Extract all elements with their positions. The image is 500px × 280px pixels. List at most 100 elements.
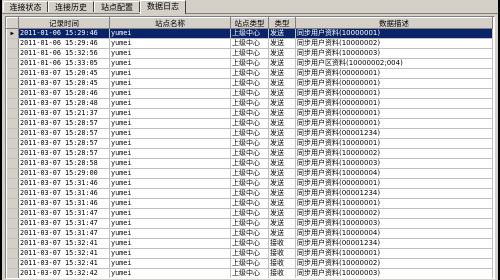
table-row[interactable]: 2011-03-07 15:32:41 yumei 上级中心 接收 同步用户资料(000… [6, 238, 493, 249]
row-indicator[interactable] [6, 58, 19, 69]
cell-site-name: yumei [109, 98, 231, 109]
table-row[interactable]: 2011-03-07 15:31:47 yumei 上级中心 发送 同步用户资料(100… [6, 208, 493, 219]
cell-site-name: yumei [109, 88, 231, 99]
table-row[interactable]: 2011-03-07 15:32:41 yumei 上级中心 接收 同步用户资料(100… [6, 248, 493, 259]
table-row[interactable]: 2011-03-07 15:31:47 yumei 上级中心 发送 同步用户资料(100… [6, 218, 493, 229]
table-row[interactable]: 2011-03-07 15:32:42 yumei 上级中心 接收 同步用户资料(100… [6, 268, 493, 278]
cell-site-type: 上级中心 [230, 58, 269, 69]
row-indicator[interactable] [6, 108, 19, 119]
row-indicator[interactable] [6, 258, 19, 269]
table-row[interactable]: 2011-01-06 15:33:05 yumei 上级中心 发送 同步用户区资料(10… [6, 58, 493, 69]
table-row[interactable]: 2011-03-07 15:28:57 yumei 上级中心 发送 同步用户资料(000… [6, 128, 493, 139]
tab-connection-status[interactable]: 连接状态 [3, 1, 48, 12]
cell-site-type: 上级中心 [230, 98, 269, 109]
column-header-type[interactable]: 类型 [268, 17, 296, 29]
cell-site-type: 上级中心 [230, 258, 269, 269]
cell-type: 发送 [268, 138, 296, 149]
cell-site-type: 上级中心 [230, 88, 269, 99]
cell-time: 2011-03-07 15:28:58 [18, 158, 110, 169]
cell-time: 2011-03-07 15:32:41 [18, 248, 110, 259]
cell-description: 同步用户资料(10000003) [295, 268, 493, 278]
cell-site-name: yumei [109, 158, 231, 169]
row-indicator[interactable] [6, 208, 19, 219]
cell-site-name: yumei [109, 168, 231, 179]
cell-site-type: 上级中心 [230, 178, 269, 189]
row-indicator[interactable] [6, 168, 19, 179]
table-row[interactable]: 2011-03-07 15:28:57 yumei 上级中心 发送 同步用户资料(000… [6, 118, 493, 129]
cell-description: 同步用户资料(00000001) [295, 178, 493, 189]
row-indicator[interactable] [6, 248, 19, 259]
table-row[interactable]: 2011-03-07 15:21:37 yumei 上级中心 发送 同步用户资料(000… [6, 108, 493, 119]
row-indicator[interactable] [6, 238, 19, 249]
tab-data-log[interactable]: 数据日志 [140, 0, 186, 14]
row-indicator[interactable] [6, 228, 19, 239]
table-row[interactable]: 2011-03-07 15:28:57 yumei 上级中心 发送 同步用户资料(100… [6, 138, 493, 149]
column-header-time[interactable]: 记录时间 [18, 17, 110, 29]
row-indicator[interactable] [6, 98, 19, 109]
row-indicator[interactable] [6, 198, 19, 209]
table-row[interactable]: 2011-03-07 15:28:57 yumei 上级中心 发送 同步用户资料(100… [6, 148, 493, 159]
row-indicator[interactable] [6, 148, 19, 159]
table-row[interactable]: 2011-03-07 15:31:46 yumei 上级中心 发送 同步用户资料(000… [6, 178, 493, 189]
table-row[interactable]: 2011-03-07 15:31:46 yumei 上级中心 发送 同步用户资料(000… [6, 188, 493, 199]
cell-type: 发送 [268, 68, 296, 79]
column-header-site-name[interactable]: 站点名称 [109, 17, 231, 29]
tab-connection-history[interactable]: 连接历史 [48, 1, 94, 12]
table-row[interactable]: 2011-03-07 15:28:58 yumei 上级中心 发送 同步用户资料(100… [6, 158, 493, 169]
table-row[interactable]: 2011-01-06 15:29:46 yumei 上级中心 发送 同步用户资料(100… [6, 38, 493, 49]
cell-description: 同步用户资料(10000004) [295, 228, 493, 239]
cell-site-type: 上级中心 [230, 268, 269, 278]
row-indicator[interactable] [6, 128, 19, 139]
cell-type: 发送 [268, 168, 296, 179]
table-row[interactable]: 2011-03-07 15:29:00 yumei 上级中心 发送 同步用户资料(100… [6, 168, 493, 179]
cell-description: 同步用户资料(10000001) [295, 198, 493, 209]
row-indicator[interactable] [6, 218, 19, 229]
cell-time: 2011-03-07 15:20:45 [18, 68, 110, 79]
row-indicator[interactable] [6, 188, 19, 199]
row-indicator[interactable] [6, 268, 19, 278]
cell-site-type: 上级中心 [230, 38, 269, 49]
cell-type: 发送 [268, 98, 296, 109]
row-indicator[interactable] [6, 68, 19, 79]
table-row[interactable]: 2011-03-07 15:20:46 yumei 上级中心 发送 同步用户资料(000… [6, 88, 493, 99]
cell-description: 同步用户资料(10000001) [295, 248, 493, 259]
table-row[interactable]: 2011-03-07 15:20:45 yumei 上级中心 发送 同步用户资料(000… [6, 78, 493, 89]
cell-time: 2011-03-07 15:20:45 [18, 78, 110, 89]
cell-time: 2011-03-07 15:20:46 [18, 88, 110, 99]
table-row[interactable]: 2011-01-06 15:32:56 yumei 上级中心 发送 同步用户资料(100… [6, 48, 493, 59]
row-indicator[interactable] [6, 48, 19, 59]
data-log-grid[interactable]: 记录时间 站点名称 站点类型 类型 数据描述 ▶ 2011-01-06 15:29… [5, 16, 495, 279]
table-row[interactable]: 2011-03-07 15:20:45 yumei 上级中心 发送 同步用户资料(000… [6, 68, 493, 79]
row-indicator[interactable] [6, 118, 19, 129]
cell-time: 2011-03-07 15:31:47 [18, 218, 110, 229]
cell-site-type: 上级中心 [230, 118, 269, 129]
cell-description: 同步用户资料(00001234) [295, 188, 493, 199]
cell-site-name: yumei [109, 48, 231, 59]
table-row[interactable]: 2011-03-07 15:32:41 yumei 上级中心 接收 同步用户资料(100… [6, 258, 493, 269]
row-indicator[interactable] [6, 38, 19, 49]
cell-time: 2011-01-06 15:29:46 [18, 38, 110, 49]
table-row[interactable]: 2011-03-07 15:31:47 yumei 上级中心 发送 同步用户资料(100… [6, 228, 493, 239]
cell-site-name: yumei [109, 268, 231, 278]
table-row[interactable]: 2011-03-07 15:20:48 yumei 上级中心 发送 同步用户资料(000… [6, 98, 493, 109]
column-header-description[interactable]: 数据描述 [295, 17, 493, 29]
table-row[interactable]: 2011-03-07 15:31:46 yumei 上级中心 发送 同步用户资料(100… [6, 198, 493, 209]
cell-type: 发送 [268, 178, 296, 189]
tab-site-config[interactable]: 站点配置 [94, 1, 140, 12]
cell-time: 2011-03-07 15:31:46 [18, 178, 110, 189]
cell-type: 发送 [268, 58, 296, 69]
cell-site-type: 上级中心 [230, 108, 269, 119]
table-row[interactable]: ▶ 2011-01-06 15:29:46 yumei 上级中心 发送 同步用户资料(10… [6, 28, 493, 39]
row-indicator[interactable] [6, 178, 19, 189]
row-indicator[interactable] [6, 158, 19, 169]
cell-site-name: yumei [109, 38, 231, 49]
cell-site-name: yumei [109, 238, 231, 249]
row-indicator[interactable] [6, 88, 19, 99]
column-header-site-type[interactable]: 站点类型 [230, 17, 269, 29]
row-indicator[interactable]: ▶ [6, 28, 19, 39]
cell-type: 发送 [268, 128, 296, 139]
row-indicator-header [6, 17, 19, 29]
cell-site-name: yumei [109, 188, 231, 199]
row-indicator[interactable] [6, 78, 19, 89]
row-indicator[interactable] [6, 138, 19, 149]
